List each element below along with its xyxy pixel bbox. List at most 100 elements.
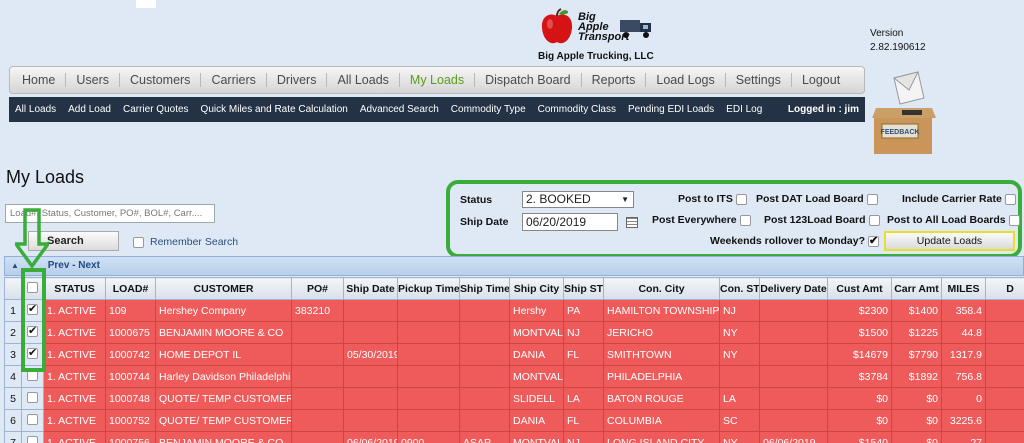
remember-search[interactable]: Remember Search bbox=[133, 236, 238, 248]
nav-home[interactable]: Home bbox=[12, 73, 67, 87]
col-miles[interactable]: MILES bbox=[941, 277, 986, 300]
cell-miles: 0 bbox=[941, 387, 986, 410]
remember-search-checkbox[interactable] bbox=[133, 236, 144, 248]
cell-pickup-time bbox=[397, 365, 460, 388]
col-con-st[interactable]: Con. ST bbox=[719, 277, 760, 300]
nav-drivers[interactable]: Drivers bbox=[267, 73, 328, 87]
cell-miles: 1317.9 bbox=[941, 343, 986, 366]
subnav-commodity-type[interactable]: Commodity Type bbox=[445, 104, 532, 115]
cell-cust-amt: $3784 bbox=[827, 365, 892, 388]
nav-my-loads[interactable]: My Loads bbox=[400, 73, 476, 87]
cell-load[interactable]: 1000675 bbox=[105, 321, 156, 344]
subnav-carrier-quotes[interactable]: Carrier Quotes bbox=[117, 104, 195, 115]
col-d[interactable]: D bbox=[985, 277, 1024, 300]
col-status[interactable]: STATUS bbox=[43, 277, 106, 300]
row-select-cell[interactable] bbox=[21, 387, 44, 410]
cell-miles: 756.8 bbox=[941, 365, 986, 388]
cell-pickup-time: 0900 bbox=[397, 431, 460, 443]
post-dat-option[interactable]: Post DAT Load Board bbox=[756, 193, 878, 205]
cell-load[interactable]: 1000756 bbox=[105, 431, 156, 443]
cell-ship-st: FL bbox=[563, 409, 604, 432]
cell-load[interactable]: 1000748 bbox=[105, 387, 156, 410]
post-all-checkbox[interactable] bbox=[1008, 214, 1020, 226]
subnav-pending-edi[interactable]: Pending EDI Loads bbox=[622, 104, 720, 115]
post-dat-checkbox[interactable] bbox=[866, 193, 878, 205]
include-carrier-rate-option[interactable]: Include Carrier Rate bbox=[902, 193, 1016, 205]
post-123-checkbox[interactable] bbox=[868, 214, 880, 226]
row-checkbox[interactable] bbox=[27, 435, 38, 443]
cell-con-city: LONG ISLAND CITY bbox=[603, 431, 720, 443]
cell-ship-date bbox=[343, 321, 398, 344]
col-ship-time[interactable]: Ship Time bbox=[459, 277, 510, 300]
nav-users[interactable]: Users bbox=[66, 73, 120, 87]
row-checkbox[interactable] bbox=[27, 413, 38, 425]
weekends-checkbox[interactable] bbox=[868, 234, 880, 247]
cell-status: 1. ACTIVE bbox=[43, 387, 106, 410]
weekends-option[interactable]: Weekends rollover to Monday? bbox=[710, 234, 880, 247]
table-row[interactable]: 5 1. ACTIVE 1000748 QUOTE/ TEMP CUSTOMER SLI… bbox=[4, 387, 1024, 410]
table-row[interactable]: 2 1. ACTIVE1000675BENJAMIN MOORE & CO MONT… bbox=[4, 321, 1024, 344]
update-loads-button[interactable]: Update Loads bbox=[884, 231, 1015, 251]
subnav-all-loads[interactable]: All Loads bbox=[9, 104, 62, 115]
post-123-option[interactable]: Post 123Load Board bbox=[764, 214, 880, 226]
table-row[interactable]: 3 1. ACTIVE1000742HOME DEPOT IL 05/30/2019… bbox=[4, 343, 1024, 366]
nav-load-logs[interactable]: Load Logs bbox=[646, 73, 726, 87]
cell-load[interactable]: 1000744 bbox=[105, 365, 156, 388]
nav-dispatch-board[interactable]: Dispatch Board bbox=[475, 73, 582, 87]
row-checkbox[interactable] bbox=[27, 391, 38, 403]
table-row[interactable]: 6 1. ACTIVE 1000752 QUOTE/ TEMP CUSTOMER DAN… bbox=[4, 409, 1024, 432]
cell-con-city: SMITHTOWN bbox=[603, 343, 720, 366]
feedback-box-icon[interactable]: FEEDBACK bbox=[872, 68, 940, 158]
nav-customers[interactable]: Customers bbox=[120, 73, 202, 87]
post-its-option[interactable]: Post to ITS bbox=[678, 193, 747, 205]
row-select-cell[interactable] bbox=[21, 431, 44, 443]
subnav-quick-miles[interactable]: Quick Miles and Rate Calculation bbox=[195, 104, 354, 115]
nav-all-loads[interactable]: All Loads bbox=[327, 73, 400, 87]
calendar-icon[interactable] bbox=[626, 217, 638, 228]
company-name: Big Apple Trucking, LLC bbox=[538, 51, 654, 62]
nav-reports[interactable]: Reports bbox=[582, 73, 647, 87]
subnav-commodity-class[interactable]: Commodity Class bbox=[532, 104, 622, 115]
prev-next-link[interactable]: Prev - Next bbox=[48, 260, 100, 271]
col-con-city[interactable]: Con. City bbox=[603, 277, 720, 300]
post-its-checkbox[interactable] bbox=[735, 193, 747, 205]
cell-load[interactable]: 1000742 bbox=[105, 343, 156, 366]
cell-ship-st: NJ bbox=[563, 431, 604, 443]
col-load[interactable]: LOAD# bbox=[105, 277, 156, 300]
cell-miles: 358.4 bbox=[941, 299, 986, 322]
weekends-label: Weekends rollover to Monday? bbox=[710, 235, 866, 247]
row-number: 2 bbox=[4, 321, 22, 344]
company-logo[interactable]: Big Apple Transport Big Apple Trucking, … bbox=[538, 4, 656, 64]
post-all-option[interactable]: Post to All Load Boards bbox=[887, 214, 1020, 226]
nav-carriers[interactable]: Carriers bbox=[201, 73, 267, 87]
cell-d bbox=[985, 365, 1024, 388]
ship-date-input[interactable]: 06/20/2019 bbox=[522, 213, 618, 231]
post-everywhere-option[interactable]: Post Everywhere bbox=[652, 214, 751, 226]
col-ship-st[interactable]: Ship ST bbox=[563, 277, 604, 300]
status-select[interactable]: 2. BOOKED ▼ bbox=[522, 191, 634, 208]
table-row[interactable]: 7 1. ACTIVE 1000756 BENJAMIN MOORE & CO 06/0… bbox=[4, 431, 1024, 443]
remember-search-label: Remember Search bbox=[150, 236, 239, 248]
include-carrier-rate-checkbox[interactable] bbox=[1004, 193, 1016, 205]
cell-delivery-date bbox=[759, 321, 828, 344]
subnav-add-load[interactable]: Add Load bbox=[62, 104, 117, 115]
row-select-cell[interactable] bbox=[21, 409, 44, 432]
col-pickup-time[interactable]: Pickup Time bbox=[397, 277, 460, 300]
post-everywhere-checkbox[interactable] bbox=[739, 214, 751, 226]
nav-logout[interactable]: Logout bbox=[792, 73, 850, 87]
col-ship-city[interactable]: Ship City bbox=[509, 277, 564, 300]
col-ship-date[interactable]: Ship Date bbox=[343, 277, 398, 300]
col-cust-amt[interactable]: Cust Amt bbox=[827, 277, 892, 300]
subnav-advanced-search[interactable]: Advanced Search bbox=[354, 104, 445, 115]
table-row[interactable]: 1 1. ACTIVE109Hershey Company383210 Hershy… bbox=[4, 299, 1024, 322]
col-po[interactable]: PO# bbox=[291, 277, 344, 300]
col-carr-amt[interactable]: Carr Amt bbox=[891, 277, 942, 300]
col-delivery-date[interactable]: Delivery Date bbox=[759, 277, 828, 300]
cell-load[interactable]: 109 bbox=[105, 299, 156, 322]
nav-settings[interactable]: Settings bbox=[726, 73, 792, 87]
table-row[interactable]: 4 1. ACTIVE 1000744 Harley Davidson Philade… bbox=[4, 365, 1024, 388]
cell-load[interactable]: 1000752 bbox=[105, 409, 156, 432]
subnav-edi-log[interactable]: EDI Log bbox=[720, 104, 768, 115]
cell-po bbox=[291, 365, 344, 388]
col-customer[interactable]: CUSTOMER bbox=[155, 277, 292, 300]
